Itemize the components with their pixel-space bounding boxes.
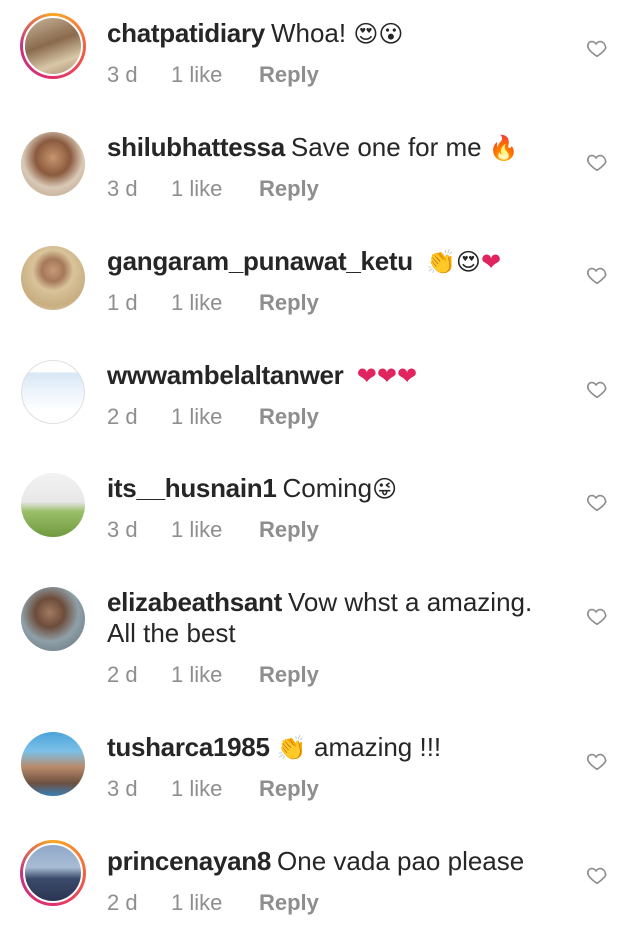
comment-age: 3 d — [107, 776, 138, 801]
red-heart-emoji-icon: ❤ — [480, 248, 502, 276]
comment-likes[interactable]: 1 like — [171, 403, 259, 431]
like-heart-icon[interactable] — [586, 864, 608, 886]
comment-text: shilubhattessa Save one for me 🔥 — [107, 132, 567, 164]
like-heart-icon[interactable] — [586, 605, 608, 627]
comment-meta: 3 d 1 like Reply — [107, 175, 319, 203]
comment-username[interactable]: its__husnain1 — [107, 473, 277, 503]
avatar — [21, 246, 85, 310]
avatar — [21, 732, 85, 796]
avatar-story-ring[interactable] — [20, 13, 86, 79]
fire-emoji-icon: 🔥 — [488, 134, 519, 162]
comment-body: Save one for me — [290, 132, 482, 162]
clapping-hands-emoji-icon: 👏 — [426, 248, 456, 276]
comment-age: 2 d — [107, 404, 138, 429]
like-heart-icon[interactable] — [586, 264, 608, 286]
avatar-frame[interactable] — [20, 586, 86, 652]
comment-item: gangaram_punawat_ketu 👏😍❤ 1 d 1 like Reply — [0, 227, 640, 341]
comment-meta: 3 d 1 like Reply — [107, 775, 319, 803]
comment-username[interactable]: princenayan8 — [107, 846, 271, 876]
avatar-frame[interactable] — [20, 131, 86, 197]
comment-text: its__husnain1 Coming😜 — [107, 473, 567, 505]
reply-button[interactable]: Reply — [259, 61, 319, 89]
comment-meta: 2 d 1 like Reply — [107, 661, 319, 689]
comment-item: elizabeathsant Vow whst a amazing. All th… — [0, 568, 640, 713]
comment-username[interactable]: elizabeathsant — [107, 587, 282, 617]
reply-button[interactable]: Reply — [259, 289, 319, 317]
comment-likes[interactable]: 1 like — [171, 61, 259, 89]
comment-text: chatpatidiary Whoa! 😍😮 — [107, 18, 567, 50]
comment-likes[interactable]: 1 like — [171, 289, 259, 317]
like-heart-icon[interactable] — [586, 491, 608, 513]
reply-button[interactable]: Reply — [259, 775, 319, 803]
comment-meta: 2 d 1 like Reply — [107, 889, 319, 917]
reply-button[interactable]: Reply — [259, 516, 319, 544]
comment-meta: 2 d 1 like Reply — [107, 403, 319, 431]
avatar-story-ring[interactable] — [20, 840, 86, 906]
reply-button[interactable]: Reply — [259, 661, 319, 689]
comment-age: 3 d — [107, 62, 138, 87]
comment-body: Coming — [282, 473, 373, 503]
comment-likes[interactable]: 1 like — [171, 775, 259, 803]
comment-likes[interactable]: 1 like — [171, 175, 259, 203]
comment-age: 2 d — [107, 662, 138, 687]
avatar — [21, 360, 85, 424]
like-heart-icon[interactable] — [586, 151, 608, 173]
avatar-frame[interactable] — [20, 472, 86, 538]
comment-username[interactable]: shilubhattessa — [107, 132, 285, 162]
comment-body: One vada pao please — [277, 846, 525, 876]
comment-text: princenayan8 One vada pao please — [107, 846, 567, 877]
comment-username[interactable]: gangaram_punawat_ketu — [107, 246, 413, 276]
avatar — [21, 587, 85, 651]
comment-body: Vow whst a amazing. — [287, 587, 533, 617]
reply-button[interactable]: Reply — [259, 403, 319, 431]
comment-age: 3 d — [107, 517, 138, 542]
comment-age: 2 d — [107, 890, 138, 915]
comment-meta: 1 d 1 like Reply — [107, 289, 319, 317]
comment-meta: 3 d 1 like Reply — [107, 516, 319, 544]
comment-body: amazing !!! — [313, 732, 442, 762]
heart-eyes-emoji-icon: 😍 — [353, 20, 379, 48]
avatar-frame[interactable] — [20, 245, 86, 311]
red-heart-emoji-icon: ❤ — [396, 362, 418, 390]
comment-body: Whoa! — [270, 18, 347, 48]
reply-button[interactable]: Reply — [259, 889, 319, 917]
comment-username[interactable]: wwwambelaltanwer — [107, 360, 344, 390]
zany-face-emoji-icon: 😜 — [372, 475, 398, 503]
comment-likes[interactable]: 1 like — [171, 516, 259, 544]
comment-age: 3 d — [107, 176, 138, 201]
comment-text: wwwambelaltanwer ❤❤❤ — [107, 360, 567, 392]
comments-list: chatpatidiary Whoa! 😍😮 3 d1 like Reply shi… — [0, 0, 640, 931]
like-heart-icon[interactable] — [586, 37, 608, 59]
avatar — [21, 132, 85, 196]
avatar — [23, 843, 83, 903]
like-heart-icon[interactable] — [586, 750, 608, 772]
comment-item: its__husnain1 Coming😜 3 d 1 like Reply — [0, 454, 640, 568]
comment-username[interactable]: chatpatidiary — [107, 18, 265, 48]
comment-text: elizabeathsant Vow whst a amazing. All th… — [107, 587, 567, 649]
avatar-frame[interactable] — [20, 359, 86, 425]
comment-item: shilubhattessa Save one for me 🔥 3 d 1 lik… — [0, 113, 640, 227]
comment-likes[interactable]: 1 like — [171, 889, 259, 917]
comment-item: wwwambelaltanwer ❤❤❤ 2 d1 like Reply — [0, 341, 640, 454]
comment-item: chatpatidiary Whoa! 😍😮 3 d 1 like Reply — [0, 0, 640, 113]
avatar — [23, 16, 83, 76]
comment-likes[interactable]: 1 like — [171, 661, 259, 689]
comment-item: princenayan8 One vada pao please 2 d 1 lik… — [0, 827, 640, 931]
comment-meta: 3 d 1 like Reply — [107, 61, 319, 89]
open-mouth-emoji-icon: 😮 — [378, 20, 404, 48]
heart-eyes-emoji-icon: 😍 — [455, 248, 481, 276]
avatar — [21, 473, 85, 537]
reply-button[interactable]: Reply — [259, 175, 319, 203]
like-heart-icon[interactable] — [586, 378, 608, 400]
comment-age: 1 d — [107, 290, 138, 315]
avatar-frame[interactable] — [20, 731, 86, 797]
comment-username[interactable]: tusharca1985 — [107, 732, 270, 762]
red-heart-emoji-icon: ❤ — [356, 362, 377, 390]
comment-text: tusharca1985 👏 amazing !!! — [107, 732, 567, 764]
comment-body-line2: All the best — [107, 618, 236, 648]
comment-item: tusharca1985 👏 amazing !!! 3 d 1 like Repl… — [0, 713, 640, 827]
comment-text: gangaram_punawat_ketu 👏😍❤ — [107, 246, 567, 278]
red-heart-emoji-icon: ❤ — [376, 362, 397, 390]
clapping-hands-emoji-icon: 👏 — [276, 734, 307, 762]
